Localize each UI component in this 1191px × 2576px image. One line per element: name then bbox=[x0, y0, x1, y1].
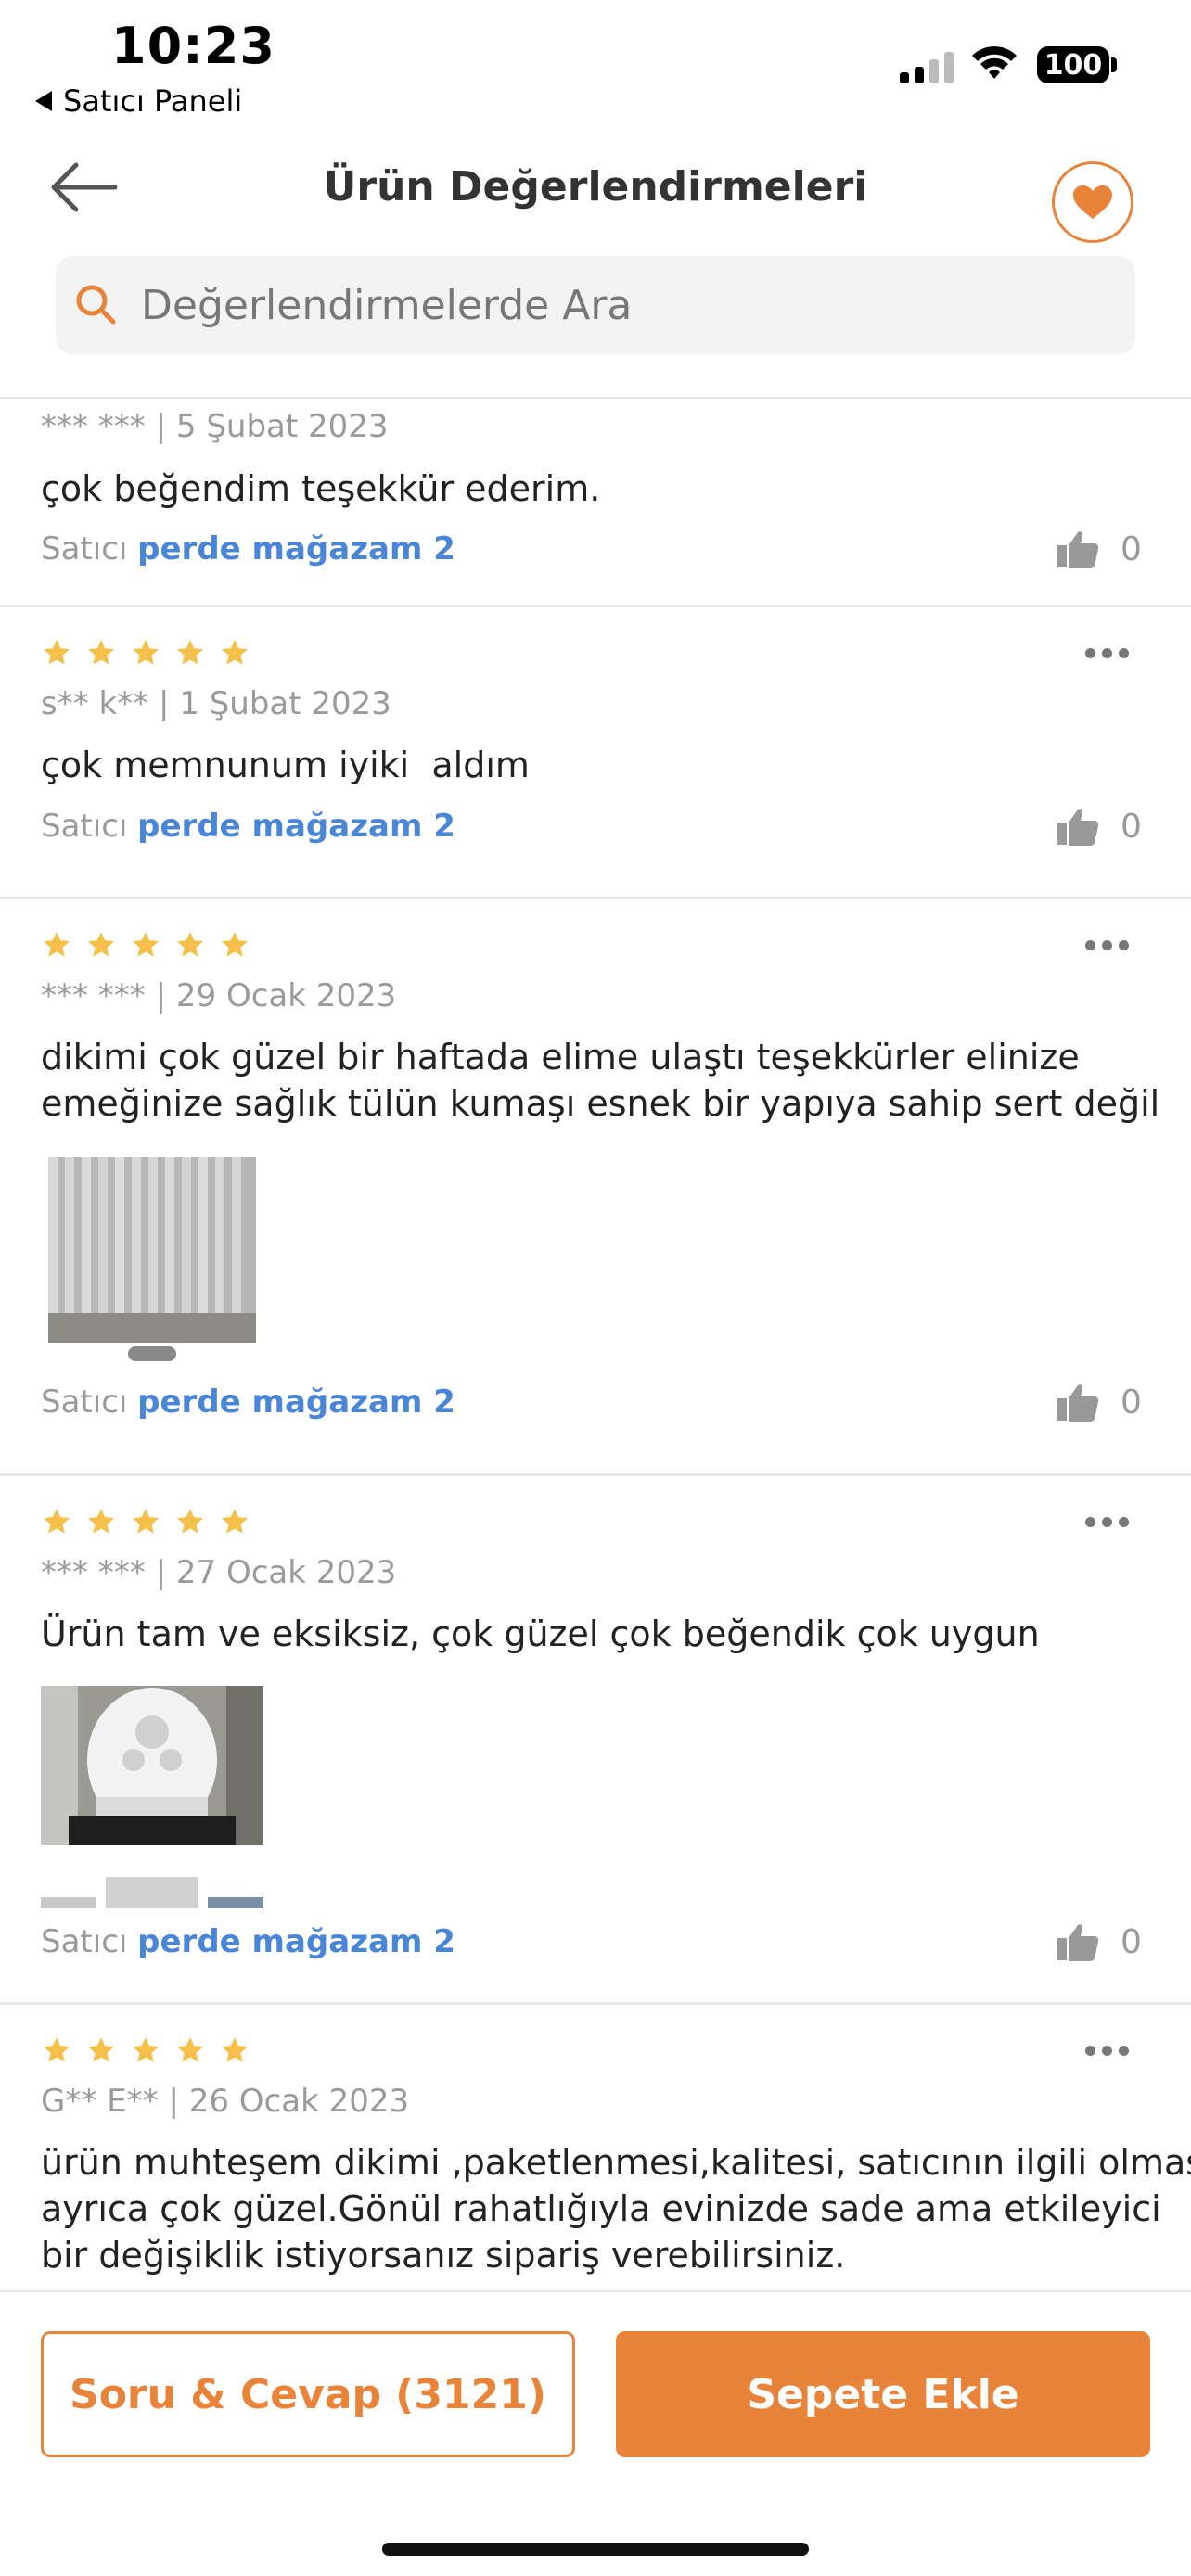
search-bar[interactable]: Değerlendirmelerde Ara bbox=[56, 256, 1135, 354]
review-seller: Satıcı perde mağazam 2 bbox=[41, 808, 455, 845]
star-icon bbox=[221, 639, 249, 665]
like-count: 0 bbox=[1121, 529, 1142, 568]
seller-link[interactable]: perde mağazam 2 bbox=[137, 1384, 455, 1421]
seller-prefix: Satıcı bbox=[41, 530, 128, 567]
star-icon bbox=[221, 931, 249, 957]
rating-stars bbox=[41, 2034, 250, 2066]
battery-tip bbox=[1111, 57, 1117, 72]
star-icon bbox=[87, 639, 115, 665]
like-button[interactable]: 0 bbox=[1056, 1382, 1142, 1422]
seller-prefix: Satıcı bbox=[41, 1384, 128, 1421]
seller-link[interactable]: perde mağazam 2 bbox=[137, 530, 455, 567]
review-card: s** k** | 1 Şubat 2023 çok memnunum iyik… bbox=[0, 607, 1191, 899]
review-photo[interactable] bbox=[48, 1157, 256, 1371]
thumbs-up-icon bbox=[1057, 1384, 1099, 1422]
status-time: 10:23 bbox=[111, 17, 275, 75]
battery-icon: 100 bbox=[1037, 46, 1109, 83]
review-card: *** *** | 5 Şubat 2023 çok beğendim teşe… bbox=[0, 399, 1191, 607]
review-meta: *** *** | 5 Şubat 2023 bbox=[41, 408, 389, 445]
cellular-signal-icon bbox=[900, 52, 954, 83]
thumbs-up-icon bbox=[1057, 1924, 1099, 1961]
rating-stars bbox=[41, 637, 250, 669]
seller-link[interactable]: perde mağazam 2 bbox=[137, 1923, 455, 1960]
star-icon bbox=[132, 2036, 160, 2062]
star-icon bbox=[132, 1508, 160, 1534]
review-card: G** E** | 26 Ocak 2023 ürün muhteşem dik… bbox=[0, 2005, 1191, 2290]
page-title: Ürün Değerlendirmeleri bbox=[323, 163, 868, 210]
star-icon bbox=[43, 2036, 70, 2062]
seller-prefix: Satıcı bbox=[41, 808, 128, 845]
like-button[interactable]: 0 bbox=[1056, 806, 1142, 847]
more-options-icon[interactable] bbox=[1085, 648, 1129, 658]
star-icon bbox=[43, 931, 70, 957]
star-icon bbox=[43, 1508, 70, 1534]
like-count: 0 bbox=[1121, 1922, 1142, 1961]
review-photo[interactable] bbox=[41, 1686, 263, 1908]
review-meta: G** E** | 26 Ocak 2023 bbox=[41, 2083, 410, 2120]
star-icon bbox=[87, 931, 115, 957]
seller-prefix: Satıcı bbox=[41, 1923, 128, 1960]
review-comment: çok beğendim teşekkür ederim. bbox=[41, 468, 601, 509]
review-seller: Satıcı perde mağazam 2 bbox=[41, 1923, 455, 1960]
more-options-icon[interactable] bbox=[1085, 1517, 1129, 1527]
favorite-button[interactable] bbox=[1052, 161, 1133, 243]
lace-photo-image bbox=[41, 1686, 263, 1908]
star-icon bbox=[43, 639, 70, 665]
reviews-list[interactable]: *** *** | 5 Şubat 2023 çok beğendim teşe… bbox=[0, 399, 1191, 2290]
star-icon bbox=[176, 1508, 204, 1534]
more-options-icon[interactable] bbox=[1085, 940, 1129, 950]
heart-icon bbox=[1073, 185, 1112, 219]
star-icon bbox=[176, 639, 204, 665]
review-meta: *** *** | 27 Ocak 2023 bbox=[41, 1554, 397, 1591]
like-button[interactable]: 0 bbox=[1056, 529, 1142, 569]
nav-header: Ürün Değerlendirmeleri bbox=[0, 130, 1191, 250]
like-count: 0 bbox=[1121, 807, 1142, 846]
star-icon bbox=[221, 1508, 249, 1534]
review-card: *** *** | 27 Ocak 2023 Ürün tam ve eksik… bbox=[0, 1476, 1191, 2005]
status-bar: 10:23 Satıcı Paneli 100 bbox=[0, 0, 1191, 130]
review-seller: Satıcı perde mağazam 2 bbox=[41, 1384, 455, 1421]
battery-level: 100 bbox=[1044, 48, 1103, 82]
like-button[interactable]: 0 bbox=[1056, 1921, 1142, 1962]
search-icon bbox=[76, 285, 116, 325]
star-icon bbox=[132, 639, 160, 665]
rating-stars bbox=[41, 929, 250, 961]
review-comment: dikimi çok güzel bir haftada elime ulaşt… bbox=[41, 1037, 1160, 1124]
thumbs-up-icon bbox=[1057, 809, 1099, 846]
star-icon bbox=[87, 2036, 115, 2062]
add-to-cart-button[interactable]: Sepete Ekle bbox=[616, 2331, 1150, 2457]
review-comment: çok memnunum iyiki aldım bbox=[41, 745, 530, 785]
like-count: 0 bbox=[1121, 1383, 1142, 1422]
rating-stars bbox=[41, 1506, 250, 1537]
wifi-icon bbox=[972, 46, 1017, 79]
star-icon bbox=[87, 1508, 115, 1534]
curtain-photo-image bbox=[48, 1157, 256, 1371]
review-seller: Satıcı perde mağazam 2 bbox=[41, 530, 455, 567]
bottom-action-bar: Soru & Cevap (3121) Sepete Ekle bbox=[0, 2290, 1191, 2576]
more-options-icon[interactable] bbox=[1085, 2046, 1129, 2056]
seller-link[interactable]: perde mağazam 2 bbox=[137, 808, 455, 845]
back-to-app-link[interactable]: Satıcı Paneli bbox=[35, 83, 242, 119]
review-card: *** *** | 29 Ocak 2023 dikimi çok güzel … bbox=[0, 899, 1191, 1476]
home-indicator[interactable] bbox=[382, 2543, 809, 2556]
star-icon bbox=[176, 931, 204, 957]
star-icon bbox=[132, 931, 160, 957]
star-icon bbox=[176, 2036, 204, 2062]
star-icon bbox=[221, 2036, 249, 2062]
back-app-label: Satıcı Paneli bbox=[63, 83, 243, 119]
review-comment: ürün muhteşem dikimi ,paketlenmesi,kalit… bbox=[41, 2142, 1191, 2276]
review-meta: s** k** | 1 Şubat 2023 bbox=[41, 685, 391, 722]
back-triangle-icon bbox=[35, 91, 52, 111]
qa-button[interactable]: Soru & Cevap (3121) bbox=[41, 2331, 575, 2457]
thumbs-up-icon bbox=[1057, 531, 1099, 568]
review-meta: *** *** | 29 Ocak 2023 bbox=[41, 977, 397, 1014]
review-comment: Ürün tam ve eksiksiz, çok güzel çok beğe… bbox=[41, 1613, 1040, 1654]
search-input[interactable]: Değerlendirmelerde Ara bbox=[141, 282, 632, 329]
